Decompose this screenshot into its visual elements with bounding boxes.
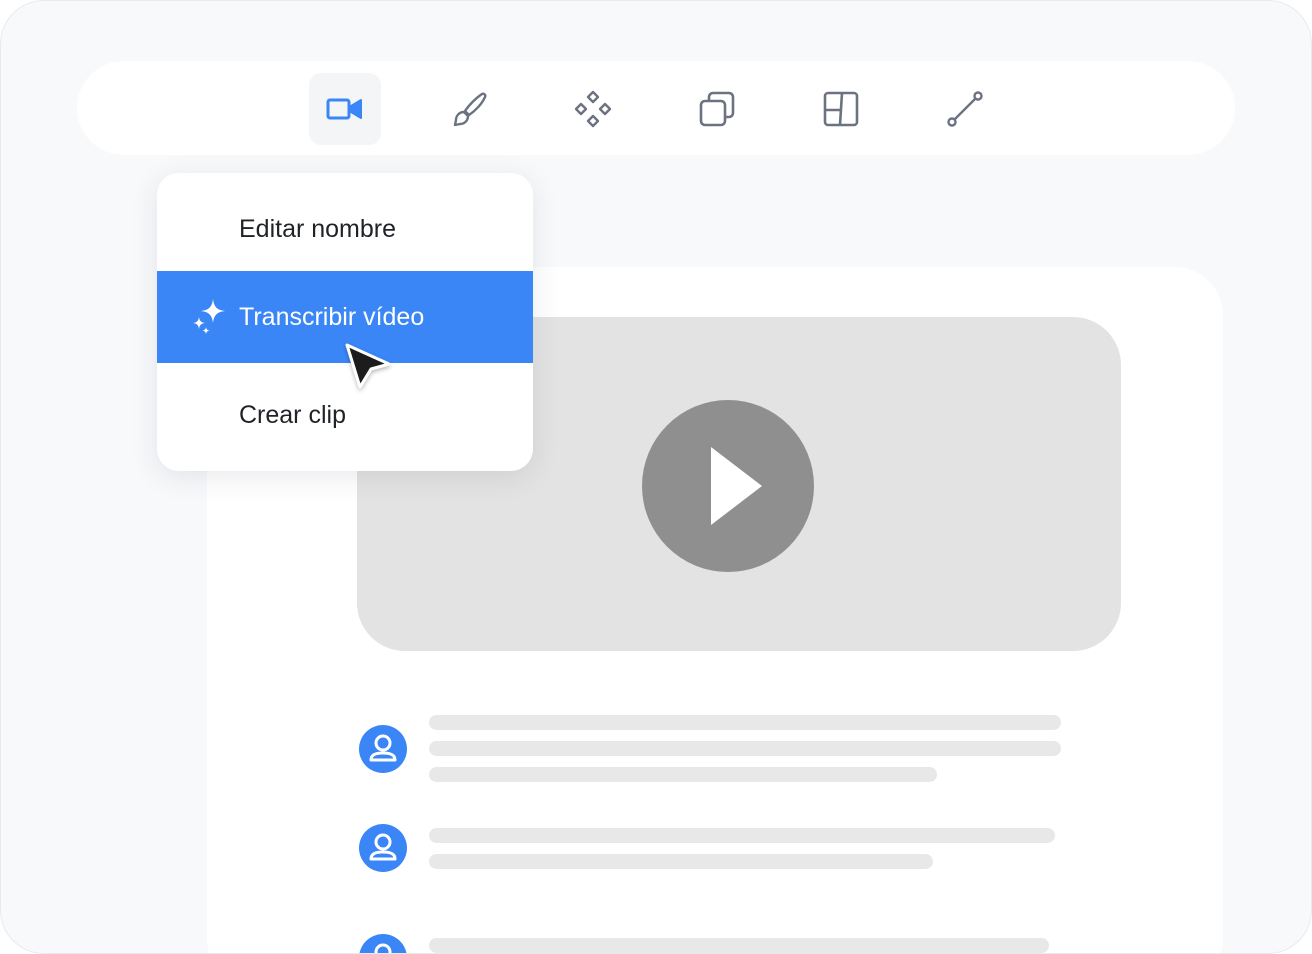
sparkle-icon [193, 299, 225, 335]
tool-duplicate[interactable] [681, 73, 753, 145]
component-icon [574, 90, 612, 128]
menu-item-edit-name[interactable]: Editar nombre [157, 183, 533, 275]
text-placeholder-line [429, 828, 1055, 843]
text-placeholder-line [429, 741, 1061, 756]
menu-item-label: Transcribir vídeo [239, 302, 425, 331]
text-placeholder-line [429, 767, 937, 782]
layout-icon [823, 91, 859, 127]
text-placeholder-line [429, 715, 1061, 730]
user-avatar-icon [359, 824, 407, 872]
play-button[interactable] [642, 400, 814, 572]
line-connector-icon [947, 91, 983, 127]
app-frame: Editar nombre Transcribir vídeo Crear cl… [0, 0, 1312, 954]
text-placeholder-line [429, 854, 933, 869]
toolbar [77, 61, 1235, 155]
paintbrush-icon [453, 92, 487, 127]
tool-line[interactable] [929, 73, 1001, 145]
play-icon [711, 447, 762, 525]
user-avatar-icon [359, 934, 407, 953]
tool-video[interactable] [309, 73, 381, 145]
menu-item-label: Editar nombre [239, 214, 397, 243]
text-placeholder-line [429, 938, 1049, 953]
video-camera-icon [326, 98, 362, 120]
user-avatar-icon [359, 725, 407, 773]
menu-item-label: Crear clip [239, 400, 346, 429]
tool-components[interactable] [557, 73, 629, 145]
copy-layers-icon [699, 91, 735, 127]
mouse-pointer-icon [345, 343, 391, 389]
tool-brush[interactable] [433, 73, 505, 145]
context-menu: Editar nombre Transcribir vídeo Crear cl… [157, 173, 533, 471]
tool-layout[interactable] [805, 73, 877, 145]
